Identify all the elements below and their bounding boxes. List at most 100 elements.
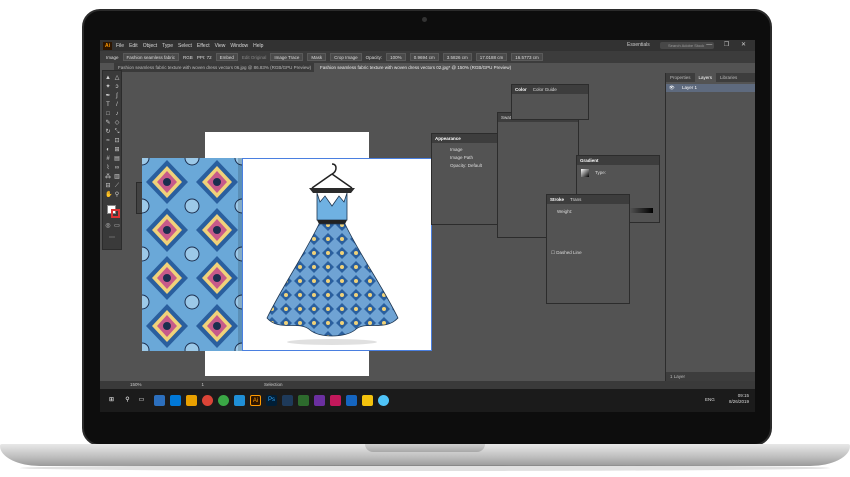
dashed-line-checkbox[interactable]: ☐ Dashed Line [551, 250, 582, 256]
magic-wand-tool-icon[interactable]: ✦ [105, 84, 111, 90]
column-graph-tool-icon[interactable]: ▥ [114, 174, 120, 180]
tab-properties[interactable]: Properties [666, 73, 695, 82]
gradient-tool-icon[interactable]: ▤ [114, 156, 120, 162]
tab-document-06[interactable]: Fashion seamless fabric texture with wov… [114, 63, 314, 72]
tab-stroke[interactable]: Stroke [550, 195, 564, 204]
hand-tool-icon[interactable]: ✋ [105, 192, 112, 198]
tab-color[interactable]: Color [515, 85, 527, 94]
stroke-panel: Stroke Trans Weight: ☐ Dashed Line [546, 194, 630, 304]
appearance-title[interactable]: Appearance [435, 134, 461, 143]
gradient-type-label: Type: [595, 170, 607, 175]
curvature-tool-icon[interactable]: ∫ [114, 93, 120, 99]
width-field[interactable]: 17.0188 cm [475, 53, 508, 61]
rectangle-tool-icon[interactable]: □ [105, 111, 111, 117]
fabric-pattern-image[interactable] [142, 158, 242, 351]
more-tools-icon[interactable]: ⋯ [109, 235, 115, 241]
embed-button[interactable]: Embed [215, 53, 238, 61]
selection-tool-icon[interactable]: ▲ [105, 75, 111, 81]
app-icon-dark-green[interactable] [298, 395, 309, 406]
eraser-tool-icon[interactable]: ◇ [114, 120, 120, 126]
y-position-field[interactable]: 3.5826 cm [442, 53, 472, 61]
task-view-icon[interactable]: ▭ [136, 395, 147, 406]
app-icon-magenta[interactable] [330, 395, 341, 406]
clock[interactable]: 09:15 8/26/2019 [729, 393, 749, 405]
eyedropper-tool-icon[interactable]: ⌇ [105, 165, 111, 171]
menu-window[interactable]: Window [230, 43, 248, 49]
stroke-swatch[interactable] [111, 209, 120, 218]
lasso-tool-icon[interactable]: ↄ [114, 84, 120, 90]
selection-bounding-box[interactable] [242, 158, 432, 351]
screen-mode-icon[interactable]: ▭ [114, 223, 120, 229]
language-indicator[interactable]: ENG [705, 397, 715, 402]
blend-tool-icon[interactable]: ∞ [114, 165, 120, 171]
gradient-preview [581, 169, 589, 177]
free-transform-tool-icon[interactable]: ⊡ [114, 138, 120, 144]
app-icon-dark-blue[interactable] [282, 395, 293, 406]
windows-start-icon[interactable]: ⊞ [106, 395, 117, 406]
perspective-grid-tool-icon[interactable]: ⊞ [114, 147, 120, 153]
menu-file[interactable]: File [116, 43, 124, 49]
draw-mode-icon[interactable]: ◎ [105, 223, 111, 229]
menu-effect[interactable]: Effect [197, 43, 210, 49]
menu-object[interactable]: Object [143, 43, 157, 49]
artboard-number-field[interactable]: 1 [202, 381, 205, 389]
symbol-sprayer-tool-icon[interactable]: ⁂ [105, 174, 111, 180]
image-trace-button[interactable]: Image Trace [270, 53, 304, 61]
mask-button[interactable]: Mask [307, 53, 327, 61]
crop-image-button[interactable]: Crop Image [330, 53, 362, 61]
menu-view[interactable]: View [215, 43, 226, 49]
app-icon-blue-2[interactable] [346, 395, 357, 406]
tab-layers[interactable]: Layers [694, 73, 717, 82]
edge-icon[interactable] [170, 395, 181, 406]
zoom-field[interactable]: 150% [130, 381, 142, 389]
shape-builder-tool-icon[interactable]: ◐ [105, 147, 111, 153]
width-tool-icon[interactable]: ≈ [105, 138, 111, 144]
app-icon-cyan[interactable] [378, 395, 389, 406]
opacity-field[interactable]: 100% [386, 53, 406, 61]
direct-selection-tool-icon[interactable]: △ [114, 75, 120, 81]
menu-edit[interactable]: Edit [129, 43, 138, 49]
workspace-switcher[interactable]: Essentials [627, 42, 650, 48]
x-position-field[interactable]: 0.9694 cm [409, 53, 439, 61]
window-controls[interactable]: — ❐ ✕ [706, 41, 751, 48]
illustrator-taskbar-icon[interactable]: Ai [250, 395, 261, 406]
mesh-tool-icon[interactable]: # [105, 156, 111, 162]
pencil-tool-icon[interactable]: ✎ [105, 120, 111, 126]
artboard-tool-icon[interactable]: ⊟ [105, 183, 111, 189]
edit-original-button[interactable]: Edit Original [242, 55, 267, 60]
menu-bar: Ai File Edit Object Type Select Effect V… [100, 40, 755, 51]
tab-libraries[interactable]: Libraries [716, 73, 741, 82]
height-field[interactable]: 16.5773 cm [511, 53, 543, 61]
layer-row[interactable]: 👁 Layer 1 [666, 84, 755, 92]
photoshop-taskbar-icon[interactable]: Ps [266, 395, 277, 406]
pen-tool-icon[interactable]: ✒ [105, 93, 111, 99]
appearance-row-opacity[interactable]: Opacity: Default [432, 162, 498, 170]
paintbrush-tool-icon[interactable]: ♪ [114, 111, 120, 117]
tab-color-guide[interactable]: Color Guide [533, 85, 557, 94]
zoom-tool-icon[interactable]: ⚲ [114, 192, 120, 198]
gradient-title[interactable]: Gradient [580, 156, 599, 165]
menu-select[interactable]: Select [178, 43, 192, 49]
appearance-row-image-path[interactable]: Image Path [432, 154, 498, 162]
menu-help[interactable]: Help [253, 43, 263, 49]
linked-file-name[interactable]: Fashion seamless fabric [122, 53, 180, 61]
rotate-tool-icon[interactable]: ↻ [105, 129, 111, 135]
app-icon-yellow[interactable] [362, 395, 373, 406]
eye-icon[interactable]: 👁 [669, 84, 675, 92]
app-icon-purple[interactable] [314, 395, 325, 406]
file-explorer-icon[interactable] [186, 395, 197, 406]
line-tool-icon[interactable]: / [114, 102, 120, 108]
menu-type[interactable]: Type [162, 43, 173, 49]
store-icon[interactable] [154, 395, 165, 406]
app-icon-blue[interactable] [234, 395, 245, 406]
scale-tool-icon[interactable]: ⤡ [114, 129, 120, 135]
ppi-label: PPI: 72 [196, 54, 212, 60]
app-icon-green[interactable] [218, 395, 229, 406]
tab-transparency[interactable]: Trans [570, 195, 581, 204]
type-tool-icon[interactable]: T [105, 102, 111, 108]
slice-tool-icon[interactable]: ⟋ [114, 183, 120, 189]
tab-document-02[interactable]: Fashion seamless fabric texture with wov… [316, 63, 516, 72]
chrome-icon[interactable] [202, 395, 213, 406]
appearance-row-image[interactable]: Image [432, 146, 498, 154]
search-icon[interactable]: ⚲ [122, 395, 133, 406]
